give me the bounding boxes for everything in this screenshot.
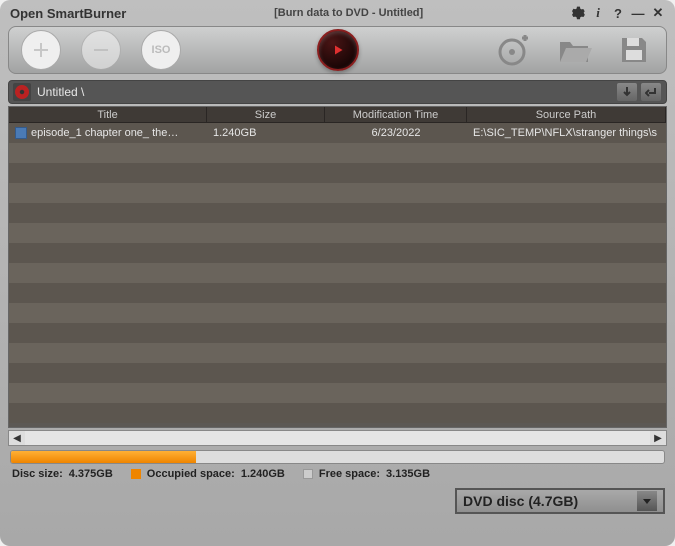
table-row [9, 183, 666, 203]
disc-size-label: Disc size: [12, 468, 63, 480]
table-row [9, 263, 666, 283]
table-row [9, 163, 666, 183]
info-icon[interactable]: i [591, 6, 605, 20]
breadcrumb-bar: Untitled \ [8, 80, 667, 104]
minimize-icon[interactable]: — [631, 6, 645, 20]
dropdown-arrow-icon[interactable] [637, 491, 657, 511]
save-icon[interactable] [614, 30, 654, 70]
disc-usage: Disc size: 4.375GB Occupied space: 1.240… [10, 450, 665, 480]
cell-title: episode_1 chapter one_ the… [31, 127, 178, 139]
usage-fill [11, 451, 196, 463]
usage-bar [10, 450, 665, 464]
free-value: 3.135GB [386, 468, 430, 480]
app-name: Open SmartBurner [10, 6, 126, 21]
main-toolbar: ISO [8, 26, 667, 74]
help-icon[interactable]: ? [611, 6, 625, 20]
disc-select-value: DVD disc (4.7GB) [463, 493, 578, 509]
breadcrumb-path[interactable]: Untitled \ [37, 85, 84, 99]
table-row [9, 403, 666, 423]
scroll-track[interactable] [25, 431, 650, 445]
burn-button[interactable] [317, 29, 359, 71]
table-row [9, 223, 666, 243]
iso-button[interactable]: ISO [141, 30, 181, 70]
table-row [9, 343, 666, 363]
table-row [9, 363, 666, 383]
status-line: Disc size: 4.375GB Occupied space: 1.240… [10, 468, 665, 480]
table-row [9, 143, 666, 163]
column-headers: Title Size Modification Time Source Path [9, 107, 666, 123]
settings-gear-icon[interactable] [571, 6, 585, 20]
file-rows: episode_1 chapter one_ the… 1.240GB 6/23… [9, 123, 666, 427]
open-folder-icon[interactable] [554, 30, 594, 70]
cell-path: E:\SIC_TEMP\NFLX\stranger things\s [467, 127, 666, 139]
header-path[interactable]: Source Path [467, 107, 666, 122]
app-window: Open SmartBurner [Burn data to DVD - Unt… [0, 0, 675, 546]
cell-mtime: 6/23/2022 [325, 127, 467, 139]
table-row[interactable]: episode_1 chapter one_ the… 1.240GB 6/23… [9, 123, 666, 143]
cell-size: 1.240GB [207, 127, 325, 139]
close-icon[interactable]: ✕ [651, 6, 665, 20]
table-row [9, 323, 666, 343]
titlebar: Open SmartBurner [Burn data to DVD - Unt… [2, 2, 673, 24]
disc-icon [13, 83, 31, 101]
scroll-left-icon[interactable]: ◀ [9, 431, 25, 445]
occupied-value: 1.240GB [241, 468, 285, 480]
header-mtime[interactable]: Modification Time [325, 107, 467, 122]
new-disc-icon[interactable] [494, 30, 534, 70]
document-title: [Burn data to DVD - Untitled] [126, 7, 571, 19]
occupied-swatch-icon [131, 469, 141, 479]
header-size[interactable]: Size [207, 107, 325, 122]
window-controls: i ? — ✕ [571, 6, 665, 20]
free-swatch-icon [303, 469, 313, 479]
header-title[interactable]: Title [9, 107, 207, 122]
table-row [9, 203, 666, 223]
remove-button[interactable] [81, 30, 121, 70]
occupied-label: Occupied space: [147, 468, 235, 480]
table-row [9, 283, 666, 303]
enter-button[interactable] [640, 82, 662, 102]
horizontal-scrollbar[interactable]: ◀ ▶ [8, 430, 667, 446]
table-row [9, 383, 666, 403]
table-row [9, 243, 666, 263]
free-label: Free space: [319, 468, 380, 480]
scroll-right-icon[interactable]: ▶ [650, 431, 666, 445]
disc-size-value: 4.375GB [69, 468, 113, 480]
add-button[interactable] [21, 30, 61, 70]
file-list: Title Size Modification Time Source Path… [8, 106, 667, 428]
down-arrow-button[interactable] [616, 82, 638, 102]
table-row [9, 303, 666, 323]
file-icon [15, 127, 27, 139]
disc-type-select[interactable]: DVD disc (4.7GB) [455, 488, 665, 514]
